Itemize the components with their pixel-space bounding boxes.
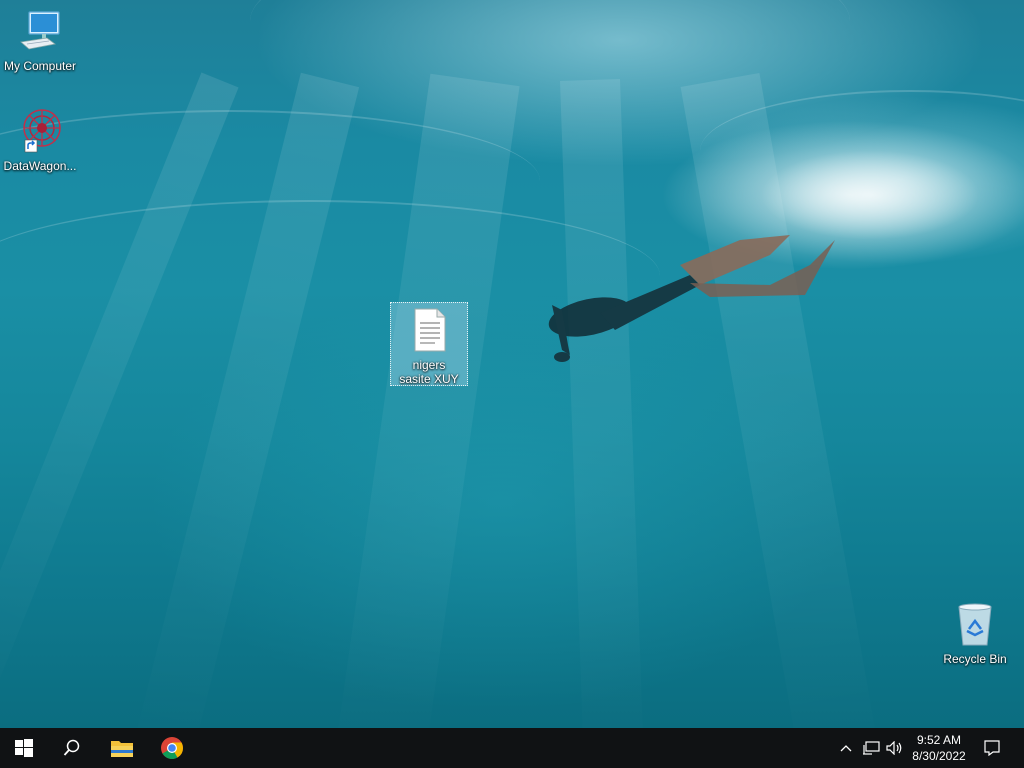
action-center-icon — [984, 740, 1000, 756]
desktop-wallpaper: My Computer DataWagon... nigers sasite X… — [0, 0, 1024, 728]
taskbar: 9:52 AM 8/30/2022 — [0, 728, 1024, 768]
action-center-button[interactable] — [978, 728, 1006, 768]
swimmer-figure — [548, 235, 835, 362]
desktop-icon-my-computer[interactable]: My Computer — [2, 8, 78, 73]
desktop-icon-datawagon[interactable]: DataWagon... — [2, 106, 78, 173]
taskbar-chrome[interactable] — [148, 728, 196, 768]
recycle-bin-icon — [958, 603, 992, 646]
desktop-icon-label: Recycle Bin — [943, 652, 1007, 666]
show-hidden-icons-button[interactable] — [836, 728, 856, 768]
light-ray — [560, 78, 645, 728]
clock-date: 8/30/2022 — [912, 749, 966, 763]
folder-icon — [111, 741, 133, 757]
start-button[interactable] — [0, 728, 48, 768]
text-document-icon — [414, 308, 446, 352]
datawagon-app-icon — [23, 109, 61, 153]
desktop-icon-label: My Computer — [3, 59, 77, 73]
search-button[interactable] — [48, 728, 96, 768]
search-icon — [63, 739, 80, 756]
desktop-icon-recycle-bin[interactable]: Recycle Bin — [937, 601, 1013, 666]
computer-icon — [20, 11, 60, 50]
desktop-icon-label: DataWagon... — [3, 159, 77, 173]
taskbar-clock[interactable]: 9:52 AM 8/30/2022 — [902, 732, 976, 764]
shortcut-arrow-icon — [24, 139, 38, 153]
chevron-up-icon — [840, 745, 852, 752]
clock-time: 9:52 AM — [916, 733, 962, 747]
network-icon — [863, 741, 880, 755]
chrome-icon — [161, 737, 183, 759]
windows-logo-icon — [15, 739, 33, 757]
desktop-icon-text-file[interactable]: nigers sasite XUY — [390, 302, 468, 386]
desktop-icon-label: nigers sasite XUY — [399, 358, 459, 386]
network-button[interactable] — [860, 728, 882, 768]
taskbar-file-explorer[interactable] — [98, 728, 146, 768]
